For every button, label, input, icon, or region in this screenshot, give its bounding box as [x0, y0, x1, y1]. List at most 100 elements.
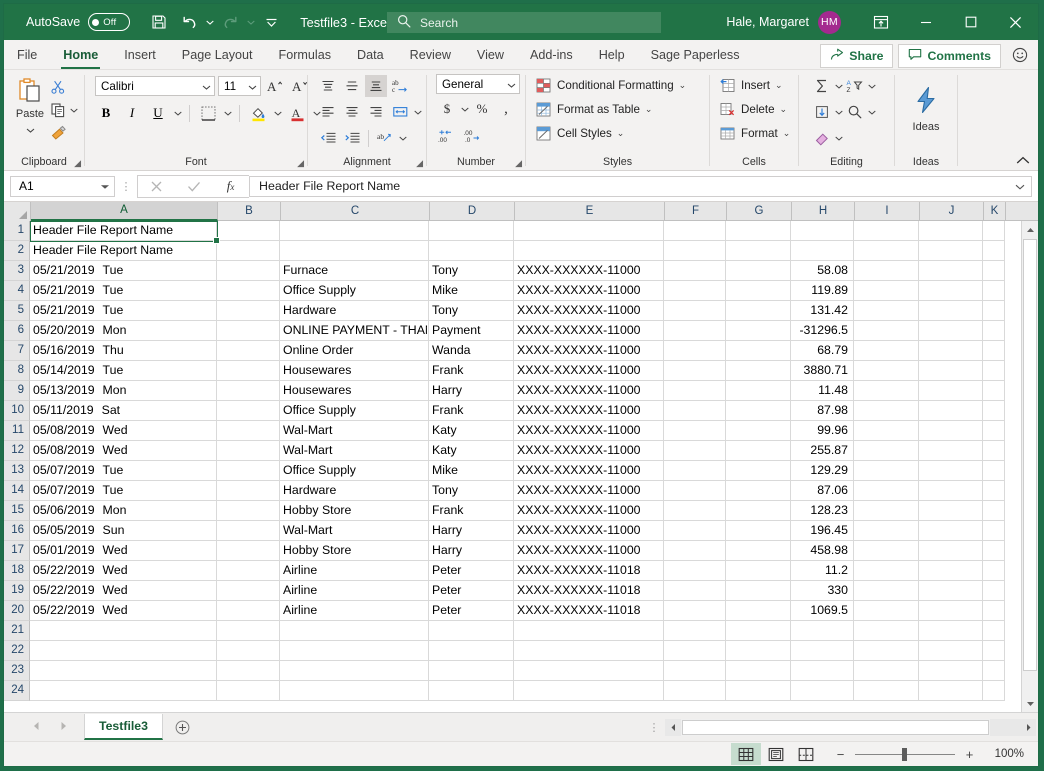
cell-B5[interactable] [217, 301, 280, 321]
merge-and-center-icon[interactable] [389, 101, 411, 123]
cell-D1[interactable] [429, 221, 514, 241]
cell-F24[interactable] [664, 681, 726, 701]
tab-insert[interactable]: Insert [111, 42, 169, 69]
tab-review[interactable]: Review [397, 42, 464, 69]
cell-J20[interactable] [919, 601, 983, 621]
cell-C7[interactable]: Online Order [280, 341, 429, 361]
cell-F13[interactable] [664, 461, 726, 481]
cell-K2[interactable] [983, 241, 1005, 261]
row-header-2[interactable]: 2 [4, 241, 30, 261]
cell-G16[interactable] [726, 521, 791, 541]
cell-D18[interactable]: Peter [429, 561, 514, 581]
column-header-F[interactable]: F [665, 202, 727, 221]
cell-J15[interactable] [919, 501, 983, 521]
cell-H3[interactable]: 58.08 [791, 261, 854, 281]
cell-F5[interactable] [664, 301, 726, 321]
cell-K11[interactable] [983, 421, 1005, 441]
cell-B4[interactable] [217, 281, 280, 301]
conditional-formatting-button[interactable]: Conditional Formatting ⌄ [535, 74, 686, 96]
percent-style-icon[interactable]: % [471, 98, 493, 120]
column-header-C[interactable]: C [281, 202, 430, 221]
cell-D6[interactable]: Payment [429, 321, 514, 341]
cell-G1[interactable] [726, 221, 791, 241]
cell-B11[interactable] [217, 421, 280, 441]
table-row[interactable]: 21 [4, 621, 1021, 641]
row-header-23[interactable]: 23 [4, 661, 30, 681]
cell-B9[interactable] [217, 381, 280, 401]
cell-A22[interactable] [30, 641, 217, 661]
close-button[interactable] [993, 4, 1038, 40]
cell-I12[interactable] [854, 441, 919, 461]
scroll-up-arrow-icon[interactable] [1022, 221, 1038, 238]
cell-K17[interactable] [983, 541, 1005, 561]
cell-K20[interactable] [983, 601, 1005, 621]
cell-D2[interactable] [429, 241, 514, 261]
clear-chevron-down-icon[interactable] [834, 133, 843, 143]
scissors-icon[interactable] [48, 76, 68, 97]
cell-A4[interactable]: 05/21/2019 Tue [30, 281, 217, 301]
cell-F9[interactable] [664, 381, 726, 401]
row-header-21[interactable]: 21 [4, 621, 30, 641]
insert-cells-button[interactable]: Insert ⌄ [719, 74, 783, 96]
cell-A13[interactable]: 05/07/2019 Tue [30, 461, 217, 481]
cell-D16[interactable]: Harry [429, 521, 514, 541]
cell-B6[interactable] [217, 321, 280, 341]
column-header-B[interactable]: B [218, 202, 281, 221]
cell-A23[interactable] [30, 661, 217, 681]
table-row[interactable]: 17 05/01/2019 Wed Hobby Store Harry XXXX-XXXX… [4, 541, 1021, 561]
vertical-scrollbar[interactable] [1021, 221, 1038, 712]
cell-A3[interactable]: 05/21/2019 Tue [30, 261, 217, 281]
cell-C3[interactable]: Furnace [280, 261, 429, 281]
sort-filter-chevron-down-icon[interactable] [867, 81, 876, 91]
row-header-13[interactable]: 13 [4, 461, 30, 481]
cell-A7[interactable]: 05/16/2019 Thu [30, 341, 217, 361]
cell-E11[interactable]: XXXX-XXXXXX-11000 [514, 421, 664, 441]
cell-I13[interactable] [854, 461, 919, 481]
cell-I16[interactable] [854, 521, 919, 541]
cell-E22[interactable] [514, 641, 664, 661]
cell-K24[interactable] [983, 681, 1005, 701]
table-row[interactable]: 7 05/16/2019 Thu Online Order Wanda XXXX-XXXX… [4, 341, 1021, 361]
column-header-D[interactable]: D [430, 202, 515, 221]
cell-F2[interactable] [664, 241, 726, 261]
autosave-toggle[interactable]: Off [88, 13, 131, 31]
cell-D10[interactable]: Frank [429, 401, 514, 421]
row-header-9[interactable]: 9 [4, 381, 30, 401]
cell-E18[interactable]: XXXX-XXXXXX-11018 [514, 561, 664, 581]
cell-G7[interactable] [726, 341, 791, 361]
cell-I15[interactable] [854, 501, 919, 521]
zoom-level-label[interactable]: 100% [984, 748, 1024, 760]
cell-A11[interactable]: 05/08/2019 Wed [30, 421, 217, 441]
cell-G12[interactable] [726, 441, 791, 461]
name-box[interactable]: A1 [10, 175, 115, 197]
cell-K9[interactable] [983, 381, 1005, 401]
cell-D4[interactable]: Mike [429, 281, 514, 301]
cell-I10[interactable] [854, 401, 919, 421]
cell-A20[interactable]: 05/22/2019 Wed [30, 601, 217, 621]
share-button[interactable]: Share [820, 44, 894, 68]
cell-B8[interactable] [217, 361, 280, 381]
align-center-icon[interactable] [341, 101, 363, 123]
cell-E12[interactable]: XXXX-XXXXXX-11000 [514, 441, 664, 461]
undo-icon[interactable] [174, 9, 204, 35]
cell-E13[interactable]: XXXX-XXXXXX-11000 [514, 461, 664, 481]
clipboard-dialog-launcher[interactable]: ◢ [74, 156, 81, 171]
row-header-7[interactable]: 7 [4, 341, 30, 361]
cell-J5[interactable] [919, 301, 983, 321]
cell-H22[interactable] [791, 641, 854, 661]
cell-C18[interactable]: Airline [280, 561, 429, 581]
cell-J6[interactable] [919, 321, 983, 341]
cell-C16[interactable]: Wal-Mart [280, 521, 429, 541]
undo-chevron-down-icon[interactable] [204, 20, 215, 25]
cell-K23[interactable] [983, 661, 1005, 681]
cell-C1[interactable] [280, 221, 429, 241]
cell-K18[interactable] [983, 561, 1005, 581]
scroll-right-arrow-icon[interactable] [1020, 718, 1036, 736]
cell-D9[interactable]: Harry [429, 381, 514, 401]
cell-G3[interactable] [726, 261, 791, 281]
cell-H16[interactable]: 196.45 [791, 521, 854, 541]
name-box-chevron-down-icon[interactable] [100, 179, 110, 193]
delete-cells-button[interactable]: Delete ⌄ [719, 98, 787, 120]
cell-C21[interactable] [280, 621, 429, 641]
align-right-icon[interactable] [365, 101, 387, 123]
